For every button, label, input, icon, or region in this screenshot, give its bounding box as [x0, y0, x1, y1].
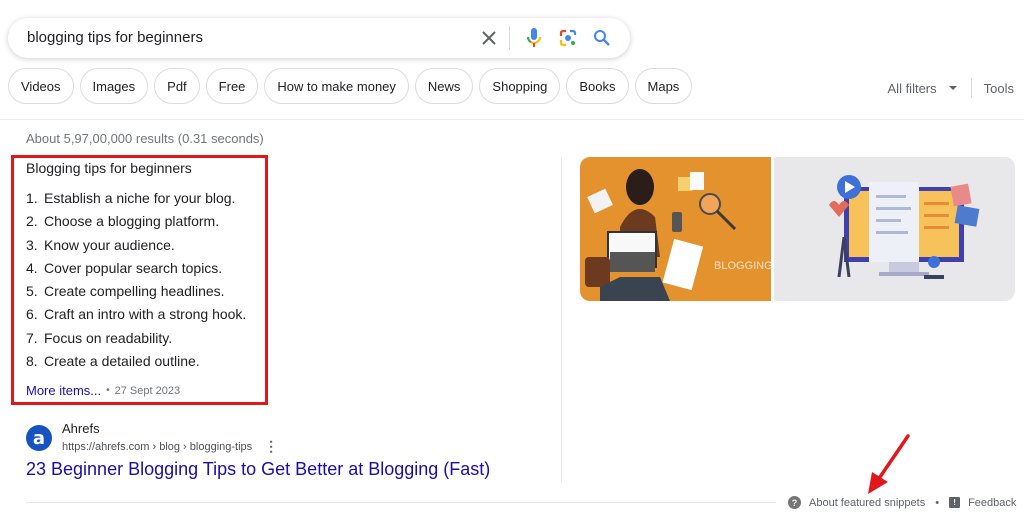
chip-free[interactable]: Free [205, 68, 259, 104]
about-featured-snippets-link[interactable]: About featured snippets [809, 497, 925, 509]
filters-bar: All filters Tools [888, 78, 1014, 98]
chip-shopping[interactable]: Shopping [479, 68, 561, 104]
ahrefs-favicon-icon: a [26, 425, 52, 451]
separator-dot: • [935, 496, 940, 509]
chip-maps[interactable]: Maps [634, 68, 693, 104]
filter-chips: Videos Images Pdf Free How to make money… [8, 68, 693, 104]
list-item: 8. Create a detailed outline. [26, 353, 200, 370]
source-name[interactable]: Ahrefs [62, 421, 278, 436]
snippet-list: 1. Establish a niche for your blog. 2. Cho… [26, 188, 246, 374]
chip-how-to-make-money[interactable]: How to make money [264, 68, 409, 104]
snippet-footer: ? About featured snippets • ! Feedback [788, 496, 1016, 509]
more-options-icon[interactable]: ⋮ [264, 438, 278, 455]
more-items-link[interactable]: More items... [26, 383, 101, 398]
chip-videos[interactable]: Videos [8, 68, 74, 104]
result-source: a Ahrefs https://ahrefs.com › blog › blo… [26, 421, 278, 455]
source-url[interactable]: https://ahrefs.com › blog › blogging-tip… [62, 441, 252, 453]
feedback-icon: ! [949, 497, 961, 508]
list-item: 4. Cover popular search topics. [26, 259, 223, 276]
chip-news[interactable]: News [414, 68, 474, 104]
all-filters-label: All filters [887, 80, 937, 96]
list-item: 3. Know your audience. [26, 236, 175, 253]
image-caption: BLOGGING [714, 260, 771, 272]
list-item: 5. Create compelling headlines. [26, 283, 225, 300]
search-box[interactable]: blogging tips for beginners [8, 18, 630, 58]
header-divider [0, 119, 1024, 120]
snippet-title: Blogging tips for beginners [26, 160, 192, 176]
chip-pdf[interactable]: Pdf [154, 68, 200, 104]
microphone-icon[interactable] [522, 26, 546, 50]
caret-down-icon [948, 86, 957, 90]
list-item: 1. Establish a niche for your blog. [26, 190, 236, 206]
feedback-link[interactable]: Feedback [968, 497, 1016, 509]
footer-divider [26, 502, 776, 503]
annotation-arrow-icon [868, 434, 910, 494]
column-divider [561, 157, 562, 483]
divider [509, 26, 510, 50]
separator-dot: • [106, 385, 110, 396]
snippet-date: 27 Sept 2023 [114, 384, 181, 397]
chip-images[interactable]: Images [79, 68, 149, 104]
google-lens-icon[interactable] [556, 26, 580, 50]
clear-icon[interactable] [477, 26, 501, 50]
all-filters-button[interactable]: All filters [888, 81, 957, 96]
result-title-link[interactable]: 23 Beginner Blogging Tips to Get Better … [26, 459, 490, 480]
more-items-row: More items... • 27 Sept 2023 [26, 383, 180, 398]
list-item: 2. Choose a blogging platform. [26, 213, 220, 230]
search-actions [477, 26, 614, 50]
list-item: 6. Craft an intro with a strong hook. [26, 306, 247, 323]
chip-books[interactable]: Books [566, 68, 629, 104]
snippet-image-illustration[interactable] [774, 157, 1015, 301]
tools-button[interactable]: Tools [984, 81, 1014, 96]
results-stats: About 5,97,00,000 results (0.31 seconds) [26, 131, 264, 146]
search-icon[interactable] [590, 26, 614, 50]
snippet-image-blogging[interactable]: BLOGGING [580, 157, 771, 301]
divider [970, 78, 972, 98]
list-item: 7. Focus on readability. [26, 329, 173, 346]
search-input[interactable]: blogging tips for beginners [27, 29, 203, 46]
help-icon: ? [788, 496, 801, 509]
